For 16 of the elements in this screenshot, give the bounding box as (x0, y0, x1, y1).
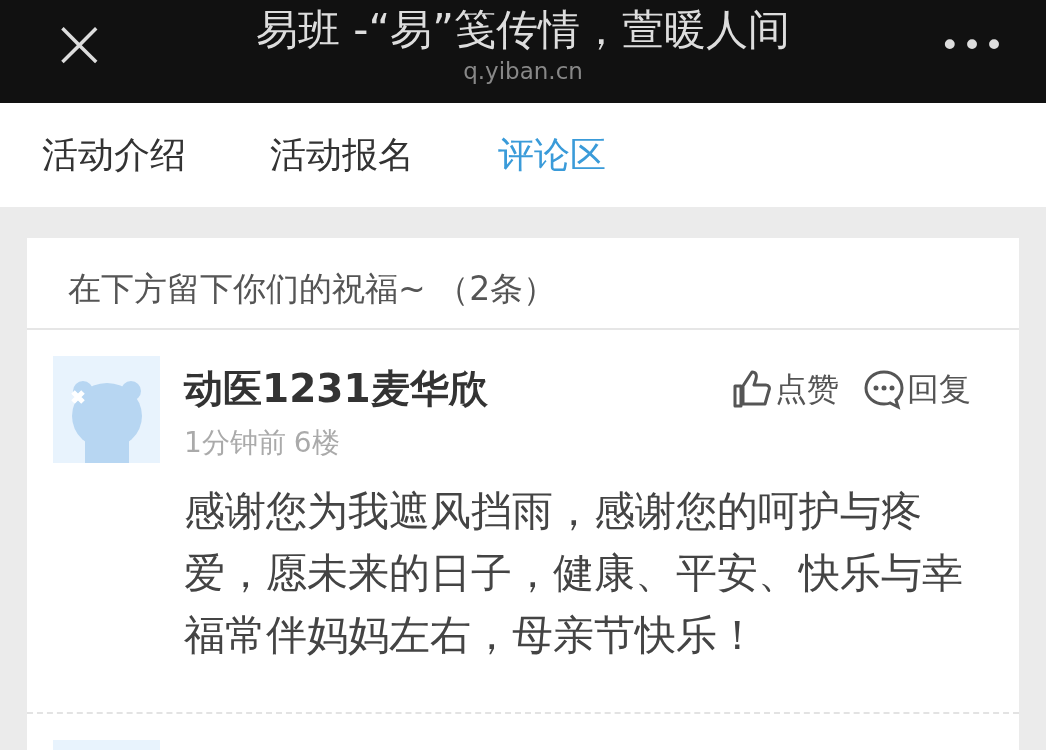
page-url: q.yiban.cn (463, 57, 583, 86)
more-button[interactable]: ••• (939, 20, 1006, 71)
reply-button[interactable]: 回复 (863, 365, 971, 413)
comment-text: 感谢您为我遮风挡雨，感谢您的呵护与疼爱，愿未来的日子，健康、平安、快乐与幸福常伴妈妈左右，母亲节快乐！ (184, 486, 964, 661)
avatar-icon (53, 356, 160, 463)
thumbs-up-icon (731, 368, 773, 410)
comment-time: 1分钟前 (184, 425, 286, 461)
tab[interactable]: 活动报名 (270, 128, 414, 182)
comments-header: 在下方留下你们的祝福~ （2条） (27, 238, 1019, 330)
floor-number: 6楼 (293, 425, 340, 461)
page-title: 易班 -“易”笺传情，萱暖人间 (256, 4, 790, 56)
like-button[interactable]: 点赞 (731, 365, 839, 413)
user-name: 动医1231麦华欣 (184, 365, 488, 413)
speech-bubble-icon (863, 368, 905, 410)
close-button[interactable]: × (50, 8, 109, 78)
tab[interactable]: 活动介绍 (42, 128, 186, 182)
